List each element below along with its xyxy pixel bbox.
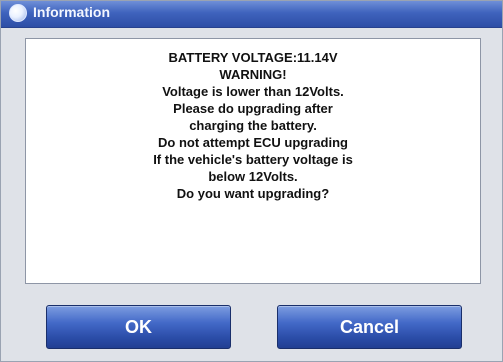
message-line: Voltage is lower than 12Volts. <box>162 84 344 99</box>
title-bar: Information <box>1 1 502 28</box>
info-icon <box>9 4 27 22</box>
message-line: WARNING! <box>219 67 287 82</box>
cancel-button[interactable]: Cancel <box>277 305 462 349</box>
message-line: Please do upgrading after <box>173 101 333 116</box>
dialog-title: Information <box>33 4 110 20</box>
message-line: below 12Volts. <box>208 169 298 184</box>
message-panel: BATTERY VOLTAGE:11.14V WARNING! Voltage … <box>25 38 481 284</box>
information-dialog: Information BATTERY VOLTAGE:11.14V WARNI… <box>0 0 503 362</box>
message-line: Do not attempt ECU upgrading <box>158 135 348 150</box>
message-line: Do you want upgrading? <box>176 186 330 201</box>
message-text: BATTERY VOLTAGE:11.14V WARNING! Voltage … <box>26 39 480 202</box>
ok-button[interactable]: OK <box>46 305 231 349</box>
message-line: BATTERY VOLTAGE:11.14V <box>168 50 338 65</box>
message-line: If the vehicle's battery voltage is <box>153 152 353 167</box>
message-line: charging the battery. <box>189 118 317 133</box>
